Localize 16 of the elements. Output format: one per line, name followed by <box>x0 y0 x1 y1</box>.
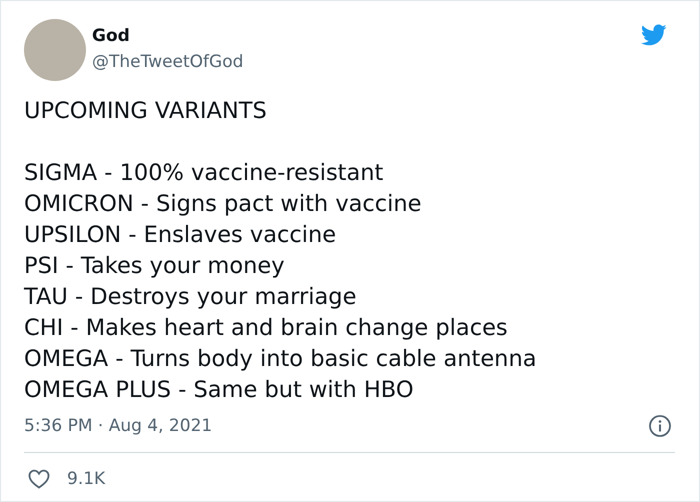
tweet-text-line: OMICRON - Signs pact with vaccine <box>24 190 422 219</box>
tweet-text-line: CHI - Makes heart and brain change places <box>24 314 508 343</box>
tweet-timestamp[interactable]: 5:36 PM · Aug 4, 2021 <box>24 416 212 436</box>
info-icon[interactable] <box>648 414 672 438</box>
heart-icon[interactable] <box>27 467 51 491</box>
author-name[interactable]: God <box>92 25 130 47</box>
tweet-text-line: UPSILON - Enslaves vaccine <box>24 221 336 250</box>
tweet-text-line: PSI - Takes your money <box>24 252 285 281</box>
tweet-text-line: TAU - Destroys your marriage <box>24 283 356 312</box>
author-handle[interactable]: @TheTweetOfGod <box>92 51 244 73</box>
bird-icon[interactable] <box>639 22 669 48</box>
tweet-text-line: SIGMA - 100% vaccine-resistant <box>24 159 384 188</box>
tweet-text-line: OMEGA PLUS - Same but with HBO <box>24 376 414 405</box>
like-count: 9.1K <box>67 469 106 489</box>
tweet-text-line: OMEGA - Turns body into basic cable antenna <box>24 345 536 374</box>
tweet-heading: UPCOMING VARIANTS <box>24 97 267 126</box>
